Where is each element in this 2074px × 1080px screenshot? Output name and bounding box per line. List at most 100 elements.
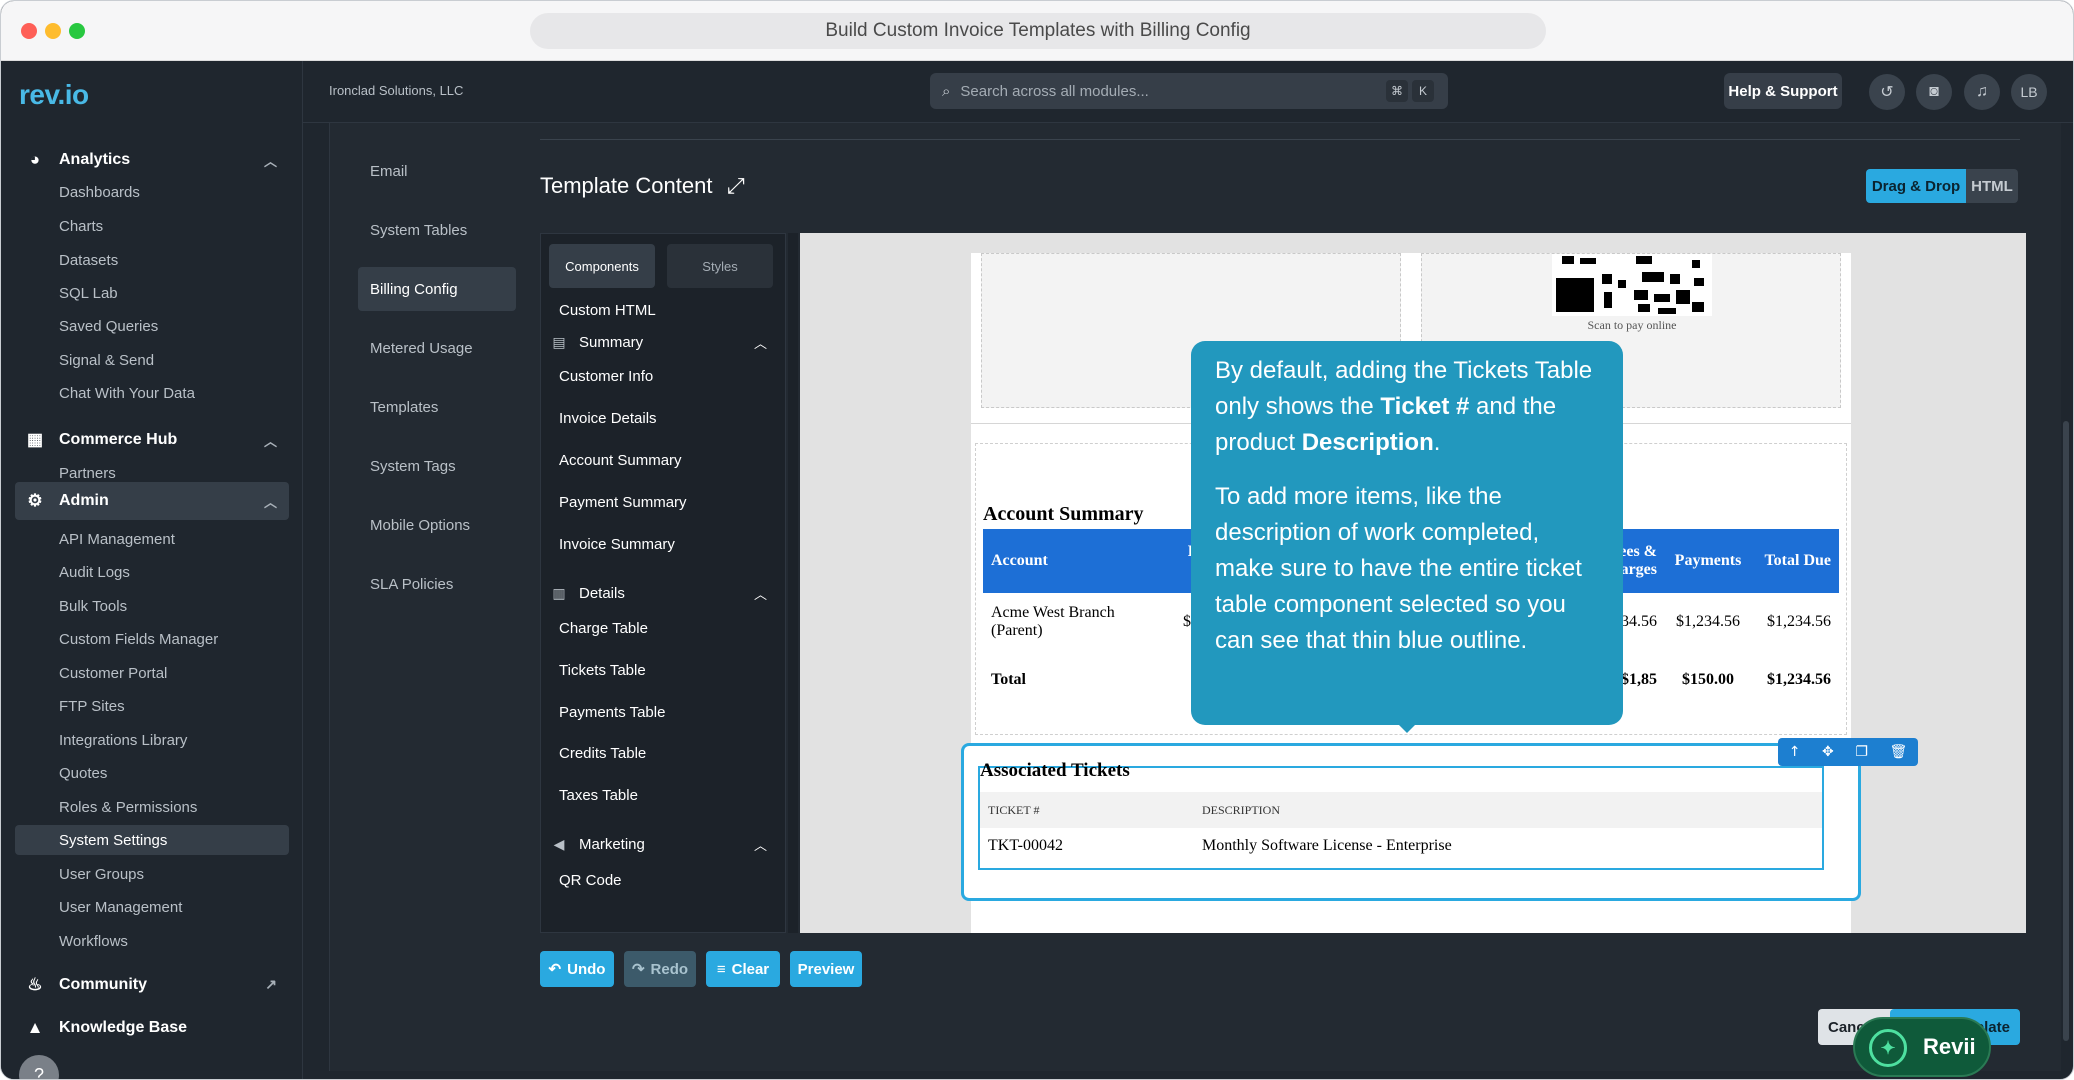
help-support-button[interactable]: Help & Support [1724,73,1842,109]
close-window-button[interactable] [21,23,37,39]
page-scrollbar[interactable] [2063,421,2069,1041]
sidebar-item-sql-lab[interactable]: SQL Lab [15,278,289,308]
clear-button[interactable]: ≡ Clear [706,951,780,987]
chevron-up-icon: ︿ [263,434,277,449]
user-avatar[interactable]: LB [2011,74,2047,110]
move-icon[interactable]: ✥ [1822,744,1834,760]
component-invoice-details[interactable]: Invoice Details [559,410,657,427]
component-payment-summary[interactable]: Payment Summary [559,494,687,511]
sidebar-item-custom-fields-manager[interactable]: Custom Fields Manager [15,624,289,654]
trash-icon[interactable]: 🗑 [1889,744,1907,760]
component-custom-html[interactable]: Custom HTML [559,302,656,319]
sidebar-item-signal-send[interactable]: Signal & Send [15,345,289,375]
tooltip-text: . [1433,429,1441,456]
component-payments-table[interactable]: Payments Table [559,704,665,721]
component-group-summary[interactable]: ▤ Summary ︿ [551,327,773,357]
component-tickets-table[interactable]: Tickets Table [559,662,646,679]
component-group-marketing[interactable]: ◀ Marketing ︿ [551,829,773,859]
col-payments: Payments [1663,529,1753,593]
tooltip-paragraph-1: By default, adding the Tickets Table onl… [1215,353,1599,461]
tab-components[interactable]: Components [549,244,655,288]
cell-total-label: Total [991,671,1026,688]
component-credits-table[interactable]: Credits Table [559,745,646,762]
drag-drop-mode-button[interactable]: Drag & Drop [1866,169,1966,203]
sidebar-section-label: Commerce Hub [59,431,178,448]
sidebar-section-admin[interactable]: ⚙ Admin ︿ [15,482,289,520]
associated-tickets-component[interactable]: ↑ ✥ ❐ 🗑 Associated Tickets TICKET # DESC… [961,738,1918,901]
sidebar-item-api-management[interactable]: API Management [15,524,289,554]
tab-styles[interactable]: Styles [667,244,773,288]
sidebar-item-dashboards[interactable]: Dashboards [15,177,289,207]
settings-nav-billing-config[interactable]: Billing Config [358,267,516,311]
components-panel: Components Styles Custom HTML ▤ Summary … [540,233,786,933]
cell-total-due: $1,234.56 [1767,671,1831,688]
arrow-up-icon[interactable]: ↑ [1789,744,1801,760]
sidebar-item-quotes[interactable]: Quotes [15,758,289,788]
group-label: Details [579,584,625,602]
sidebar-section-commerce-hub[interactable]: ▦ Commerce Hub ︿ [15,421,289,459]
component-customer-info[interactable]: Customer Info [559,368,653,385]
sidebar-item-bulk-tools[interactable]: Bulk Tools [15,591,289,621]
undo-icon: ↶ [548,961,562,978]
copy-icon[interactable]: ❐ [1855,744,1868,760]
expand-icon[interactable]: ⤢ [727,173,745,199]
sidebar-item-roles-permissions[interactable]: Roles & Permissions [15,792,289,822]
preview-button[interactable]: Preview [790,951,862,987]
tickets-table-block[interactable]: Associated Tickets TICKET # DESCRIPTION … [978,760,1824,870]
account-summary-title: Account Summary [983,503,1144,525]
component-invoice-summary[interactable]: Invoice Summary [559,536,675,553]
settings-nav-email[interactable]: Email [358,149,516,193]
global-search-input[interactable]: ⌕ Search across all modules... ⌘ K [930,73,1448,109]
sidebar-item-system-settings[interactable]: System Settings [15,825,289,855]
settings-nav-system-tables[interactable]: System Tables [358,208,516,252]
sidebar-section-knowledge-base[interactable]: ▲ Knowledge Base [15,1009,289,1047]
sidebar-item-charts[interactable]: Charts [15,211,289,241]
settings-nav-system-tags[interactable]: System Tags [358,444,516,488]
sidebar-section-label: Community [59,976,147,993]
sidebar-item-ftp-sites[interactable]: FTP Sites [15,691,289,721]
component-account-summary[interactable]: Account Summary [559,452,682,469]
settings-nav-sla-policies[interactable]: SLA Policies [358,562,516,606]
bell-icon[interactable]: ♫ [1964,74,2000,110]
settings-nav-templates[interactable]: Templates [358,385,516,429]
command-key-hint: ⌘ [1386,80,1408,102]
sidebar-item-saved-queries[interactable]: Saved Queries [15,311,289,341]
camera-icon[interactable]: ◙ [1916,74,1952,110]
sidebar-section-analytics[interactable]: ◕ Analytics ︿ [15,141,289,179]
sidebar-section-community[interactable]: ♨ Community ↗ [15,966,289,1004]
tooltip-paragraph-2: To add more items, like the description … [1215,483,1582,654]
clear-label: Clear [731,960,770,978]
settings-nav-mobile-options[interactable]: Mobile Options [358,503,516,547]
components-scrollbar[interactable] [788,233,798,933]
sidebar-item-audit-logs[interactable]: Audit Logs [15,557,289,587]
col-ticket-number: TICKET # [980,792,1194,828]
component-qr-code[interactable]: QR Code [559,872,622,889]
template-content-title: Template Content [540,173,713,198]
sidebar-item-customer-portal[interactable]: Customer Portal [15,658,289,688]
chevron-up-icon: ︿ [753,837,767,853]
minimize-window-button[interactable] [45,23,61,39]
sidebar-item-integrations-library[interactable]: Integrations Library [15,725,289,755]
redo-button[interactable]: ↷ Redo [624,951,696,987]
sidebar-item-workflows[interactable]: Workflows [15,926,289,956]
revii-assistant-button[interactable]: ✦ Revii [1853,1017,1991,1077]
external-link-icon: ↗ [265,976,277,992]
html-mode-button[interactable]: HTML [1966,169,2018,203]
settings-nav-metered-usage[interactable]: Metered Usage [358,326,516,370]
chevron-up-icon: ︿ [263,154,277,169]
sidebar-item-datasets[interactable]: Datasets [15,245,289,275]
admin-gear-icon: ⚙ [27,491,43,510]
component-charge-table[interactable]: Charge Table [559,620,648,637]
maximize-window-button[interactable] [69,23,85,39]
sidebar-item-chat-with-your-data[interactable]: Chat With Your Data [15,378,289,408]
undo-button[interactable]: ↶ Undo [540,951,614,987]
sidebar-section-label: Admin [59,492,109,509]
component-taxes-table[interactable]: Taxes Table [559,787,638,804]
organization-name: Ironclad Solutions, LLC [329,83,464,98]
sparkle-icon: ✦ [1869,1029,1907,1067]
chevron-up-icon: ︿ [263,495,277,510]
history-icon[interactable]: ↺ [1869,74,1905,110]
component-group-details[interactable]: ▥ Details ︿ [551,578,773,608]
sidebar-item-user-management[interactable]: User Management [15,892,289,922]
sidebar-item-user-groups[interactable]: User Groups [15,859,289,889]
